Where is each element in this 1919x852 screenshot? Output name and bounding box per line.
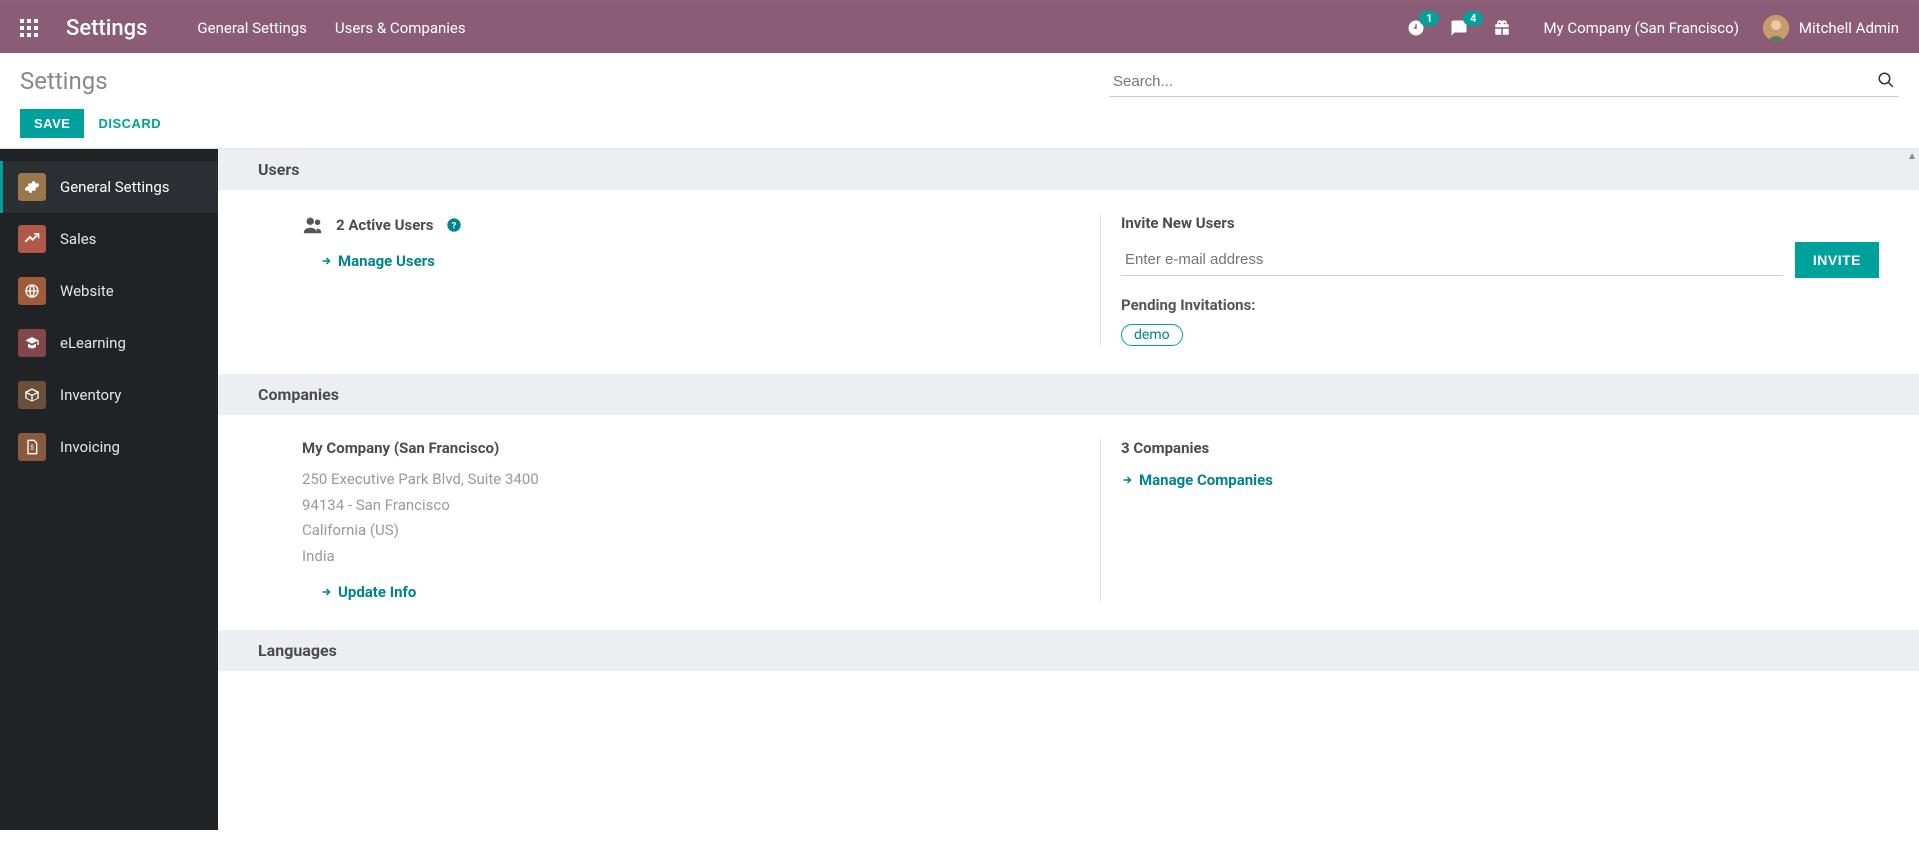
sidebar-item-general-settings[interactable]: General Settings (0, 161, 218, 213)
sidebar-item-label: Sales (60, 230, 96, 248)
active-users-count: 2 Active Users (336, 216, 434, 234)
companies-count: 3 Companies (1121, 439, 1879, 457)
section-users-header: Users (218, 149, 1919, 190)
activity-icon[interactable]: 1 (1407, 19, 1425, 37)
scroll-up-icon[interactable]: ▲ (1907, 151, 1917, 162)
education-icon (18, 329, 46, 357)
box-icon (18, 381, 46, 409)
content: ▲ Users 2 Active Users ? Manage Users (218, 149, 1919, 830)
menu-users-companies[interactable]: Users & Companies (335, 19, 466, 37)
user-menu[interactable]: Mitchell Admin (1763, 15, 1899, 41)
section-companies-header: Companies (218, 374, 1919, 415)
search-input[interactable] (1109, 67, 1899, 97)
invite-email-input[interactable] (1121, 244, 1783, 276)
gear-icon (18, 173, 46, 201)
sidebar-item-elearning[interactable]: eLearning (0, 317, 218, 369)
svg-text:?: ? (451, 220, 456, 231)
search-icon[interactable] (1877, 71, 1895, 89)
save-button[interactable]: SAVE (20, 109, 84, 138)
sidebar-item-label: eLearning (60, 334, 126, 352)
navbar-menu: General Settings Users & Companies (197, 19, 465, 37)
chat-icon[interactable]: 4 (1449, 19, 1469, 37)
company-address: 250 Executive Park Blvd, Suite 3400 9413… (302, 467, 1060, 569)
invoice-icon: $ (18, 433, 46, 461)
sidebar-item-sales[interactable]: Sales (0, 213, 218, 265)
activity-badge: 1 (1419, 11, 1439, 26)
company-name: My Company (San Francisco) (302, 439, 1060, 457)
page-title: Settings (20, 67, 161, 95)
brand-title: Settings (66, 16, 147, 41)
arrow-right-icon (320, 255, 332, 267)
sidebar-item-label: General Settings (60, 178, 170, 196)
navbar: Settings General Settings Users & Compan… (0, 3, 1919, 53)
arrow-right-icon (1121, 474, 1133, 486)
company-selector[interactable]: My Company (San Francisco) (1543, 19, 1738, 37)
chat-badge: 4 (1463, 11, 1483, 26)
subheader: Settings SAVE DISCARD (0, 53, 1919, 149)
gift-icon[interactable] (1493, 19, 1511, 37)
sidebar-item-label: Inventory (60, 386, 121, 404)
svg-text:$: $ (30, 445, 34, 452)
pending-label: Pending Invitations: (1121, 296, 1879, 314)
globe-icon (18, 277, 46, 305)
users-icon (302, 214, 324, 236)
sidebar-item-website[interactable]: Website (0, 265, 218, 317)
sidebar-item-label: Website (60, 282, 114, 300)
sidebar-item-invoicing[interactable]: $ Invoicing (0, 421, 218, 473)
help-icon[interactable]: ? (446, 217, 462, 233)
manage-companies-link[interactable]: Manage Companies (1121, 471, 1273, 489)
menu-general-settings[interactable]: General Settings (197, 19, 307, 37)
section-languages-header: Languages (218, 630, 1919, 671)
avatar (1763, 15, 1789, 41)
arrow-right-icon (320, 586, 332, 598)
pending-tag[interactable]: demo (1121, 324, 1183, 346)
manage-users-link[interactable]: Manage Users (320, 252, 435, 270)
chart-icon (18, 225, 46, 253)
user-name: Mitchell Admin (1799, 19, 1899, 37)
update-info-link[interactable]: Update Info (320, 583, 416, 601)
invite-button[interactable]: INVITE (1795, 242, 1879, 278)
invite-heading: Invite New Users (1121, 214, 1879, 232)
apps-icon[interactable] (20, 19, 38, 37)
discard-button[interactable]: DISCARD (98, 116, 161, 131)
sidebar: General Settings Sales Website eLearning… (0, 149, 218, 830)
sidebar-item-inventory[interactable]: Inventory (0, 369, 218, 421)
sidebar-item-label: Invoicing (60, 438, 120, 456)
